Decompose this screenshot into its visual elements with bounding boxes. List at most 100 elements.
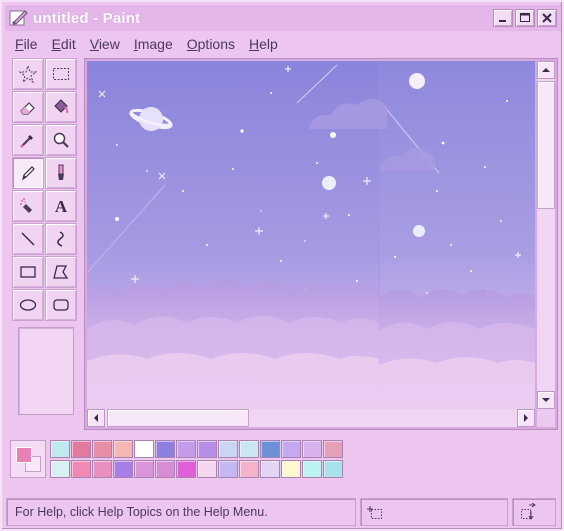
scroll-left-button[interactable] bbox=[87, 409, 105, 427]
palette-swatches bbox=[50, 440, 343, 478]
paint-app-icon[interactable] bbox=[9, 8, 29, 28]
palette-swatch[interactable] bbox=[302, 440, 322, 458]
palette-swatch[interactable] bbox=[50, 440, 70, 458]
tool-pick-color[interactable] bbox=[12, 124, 44, 156]
palette-swatch[interactable] bbox=[176, 440, 196, 458]
menu-edit-accel: E bbox=[51, 36, 61, 52]
window-title: untitled - Paint bbox=[33, 9, 141, 27]
palette-swatch[interactable] bbox=[155, 440, 175, 458]
maximize-button[interactable] bbox=[515, 9, 535, 27]
palette-swatch[interactable] bbox=[302, 460, 322, 478]
menu-image[interactable]: Image bbox=[127, 34, 180, 54]
palette-swatch[interactable] bbox=[92, 440, 112, 458]
curve-icon bbox=[57, 231, 64, 247]
status-bar: For Help, click Help Topics on the Help … bbox=[6, 498, 560, 528]
title-bar[interactable]: untitled - Paint bbox=[5, 5, 561, 31]
tool-free-form-select[interactable] bbox=[12, 58, 44, 90]
maximize-icon bbox=[520, 13, 530, 22]
tool-eraser[interactable] bbox=[12, 91, 44, 123]
scroll-right-button[interactable] bbox=[517, 409, 535, 427]
palette-swatch[interactable] bbox=[113, 440, 133, 458]
palette-swatch[interactable] bbox=[71, 440, 91, 458]
color-palette bbox=[8, 438, 558, 490]
palette-swatch[interactable] bbox=[239, 440, 259, 458]
menu-file[interactable]: File bbox=[8, 34, 45, 54]
tool-magnifier[interactable] bbox=[45, 124, 77, 156]
rectangle-icon bbox=[20, 266, 36, 278]
palette-swatch[interactable] bbox=[239, 460, 259, 478]
polygon-icon bbox=[53, 265, 69, 279]
scroll-down-button[interactable] bbox=[537, 391, 555, 409]
menu-edit-label: dit bbox=[60, 36, 76, 52]
tool-options-box[interactable] bbox=[18, 327, 74, 415]
vertical-scrollbar[interactable] bbox=[537, 61, 555, 409]
palette-swatch[interactable] bbox=[176, 460, 196, 478]
tool-curve[interactable] bbox=[45, 223, 77, 255]
palette-swatch[interactable] bbox=[260, 440, 280, 458]
palette-swatch[interactable] bbox=[197, 460, 217, 478]
menu-view-accel: V bbox=[89, 36, 99, 52]
ellipse-icon bbox=[19, 299, 37, 311]
arrow-up-icon bbox=[542, 68, 550, 72]
drawing-canvas[interactable] bbox=[87, 61, 535, 409]
palette-swatch[interactable] bbox=[260, 460, 280, 478]
status-cursor-position bbox=[360, 498, 508, 526]
eyedropper-icon bbox=[20, 135, 33, 148]
tool-text[interactable]: A bbox=[45, 190, 77, 222]
palette-swatch[interactable] bbox=[155, 460, 175, 478]
menu-file-accel: F bbox=[15, 36, 24, 52]
menu-options[interactable]: Options bbox=[180, 34, 242, 54]
tool-polygon[interactable] bbox=[45, 256, 77, 288]
menu-view[interactable]: View bbox=[83, 34, 127, 54]
current-colors-indicator[interactable] bbox=[10, 440, 46, 478]
tool-select[interactable] bbox=[45, 58, 77, 90]
menu-help-accel: H bbox=[249, 36, 260, 52]
menu-file-label: ile bbox=[23, 36, 38, 52]
menu-view-label: iew bbox=[98, 36, 120, 52]
palette-swatch[interactable] bbox=[134, 440, 154, 458]
palette-swatch[interactable] bbox=[281, 440, 301, 458]
tool-rounded-rectangle[interactable] bbox=[45, 289, 77, 321]
palette-swatch[interactable] bbox=[197, 440, 217, 458]
palette-swatch[interactable] bbox=[71, 460, 91, 478]
tool-line[interactable] bbox=[12, 223, 44, 255]
canvas-area bbox=[84, 58, 558, 430]
close-button[interactable] bbox=[537, 9, 557, 27]
tool-airbrush[interactable] bbox=[12, 190, 44, 222]
minimize-button[interactable] bbox=[493, 9, 513, 27]
magnifier-icon bbox=[53, 132, 69, 148]
scroll-up-button[interactable] bbox=[537, 61, 555, 79]
palette-swatch[interactable] bbox=[218, 440, 238, 458]
palette-swatch[interactable] bbox=[113, 460, 133, 478]
vertical-scroll-thumb[interactable] bbox=[537, 81, 555, 209]
palette-swatch[interactable] bbox=[218, 460, 238, 478]
menu-bar: File Edit View Image Options Help bbox=[8, 33, 285, 55]
tool-pencil[interactable] bbox=[12, 157, 44, 189]
horizontal-scrollbar[interactable] bbox=[87, 409, 535, 427]
cursor-position-icon bbox=[367, 506, 382, 519]
rounded-rect-icon bbox=[53, 299, 69, 311]
palette-swatch[interactable] bbox=[281, 460, 301, 478]
arrow-right-icon bbox=[524, 414, 528, 422]
palette-swatch[interactable] bbox=[323, 460, 343, 478]
arrow-down-icon bbox=[542, 398, 550, 402]
menu-options-label: ptions bbox=[197, 36, 235, 52]
brush-icon bbox=[58, 164, 64, 180]
space-artwork bbox=[87, 61, 535, 409]
horizontal-scroll-thumb[interactable] bbox=[107, 409, 249, 427]
palette-swatch[interactable] bbox=[92, 460, 112, 478]
status-selection-size bbox=[512, 498, 556, 526]
tool-brush[interactable] bbox=[45, 157, 77, 189]
svg-text:A: A bbox=[55, 197, 68, 216]
rect-select-icon bbox=[53, 68, 69, 80]
tool-ellipse[interactable] bbox=[12, 289, 44, 321]
palette-swatch[interactable] bbox=[134, 460, 154, 478]
close-icon bbox=[542, 13, 552, 23]
palette-swatch[interactable] bbox=[323, 440, 343, 458]
tool-fill-with-color[interactable] bbox=[45, 91, 77, 123]
palette-swatch[interactable] bbox=[50, 460, 70, 478]
menu-help[interactable]: Help bbox=[242, 34, 285, 54]
tool-rectangle[interactable] bbox=[12, 256, 44, 288]
menu-edit[interactable]: Edit bbox=[45, 34, 83, 54]
foreground-color-swatch[interactable] bbox=[16, 447, 32, 463]
